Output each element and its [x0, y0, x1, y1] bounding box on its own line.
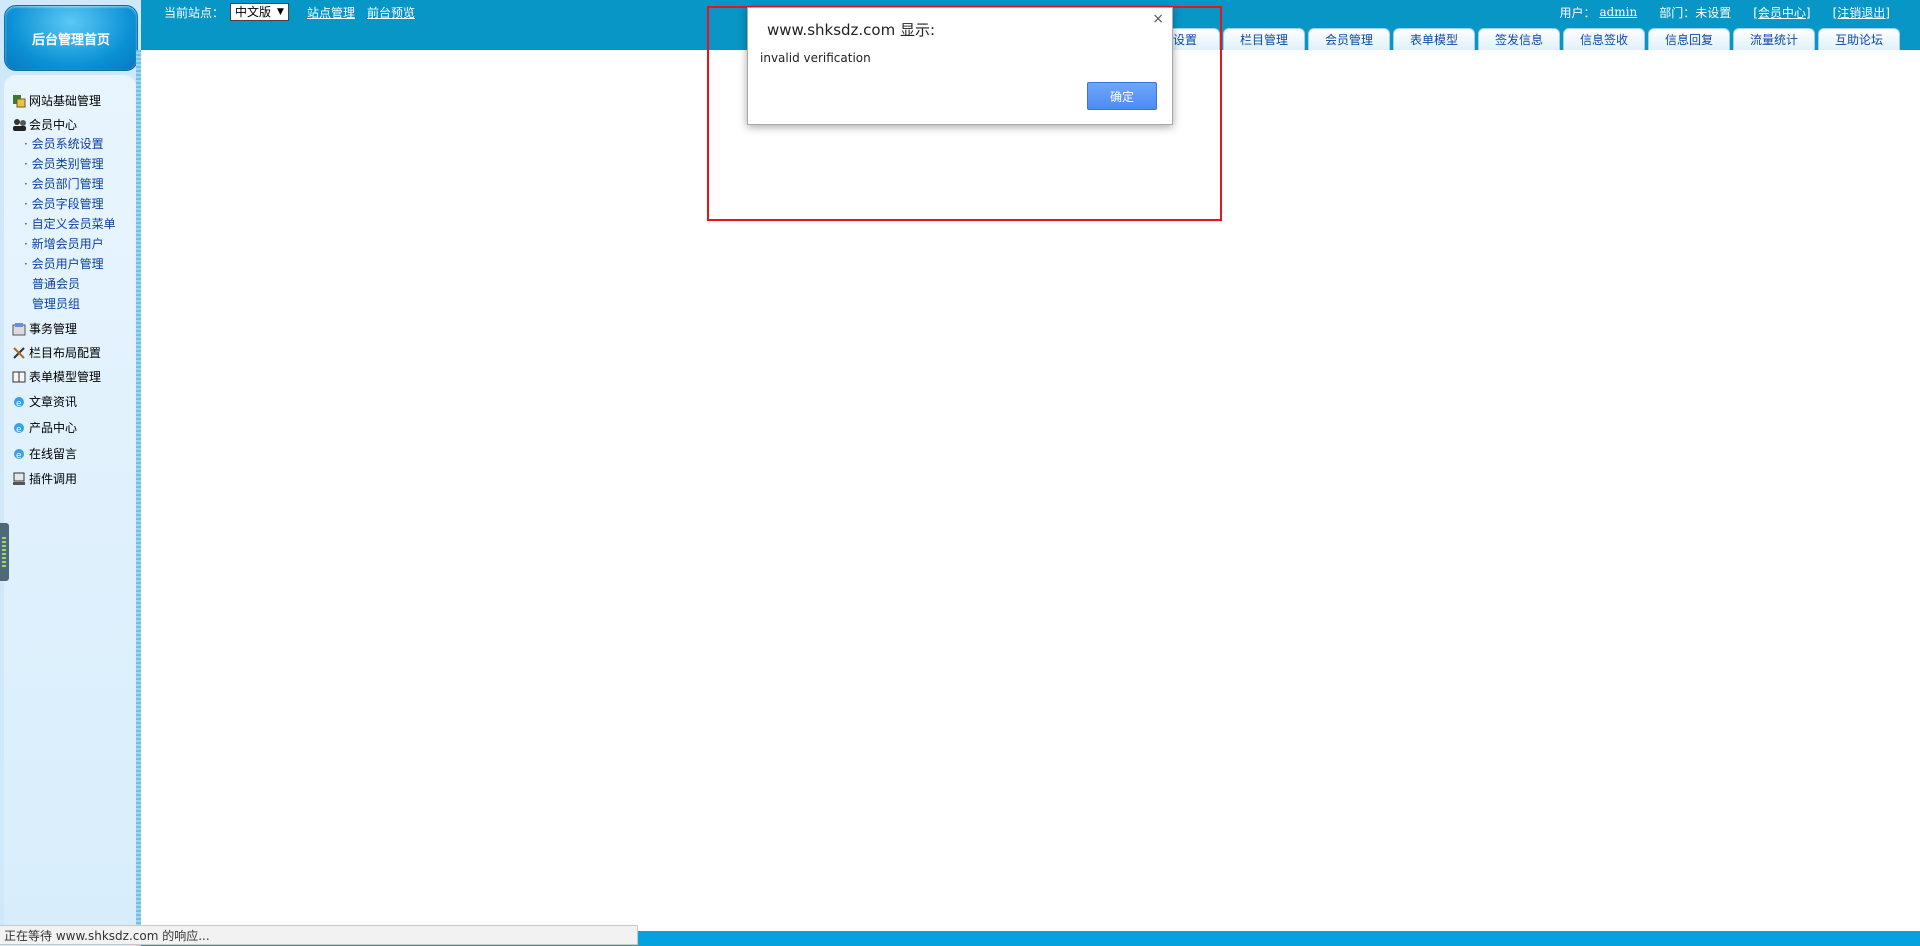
sidebar-subitem-member-settings[interactable]: · 会员系统设置	[24, 135, 104, 152]
sidebar-item-products[interactable]: e 产品中心	[12, 419, 77, 436]
tab-receive-info[interactable]: 信息签收	[1563, 28, 1645, 50]
sidebar-subitem-add-member[interactable]: · 新增会员用户	[24, 235, 104, 252]
department-label: 部门：未设置	[1659, 5, 1732, 20]
sidebar-item-label: 事务管理	[29, 322, 78, 336]
sidebar-item-label: 文章资讯	[29, 395, 78, 409]
main-tabs: 站设置 栏目管理 会员管理 表单模型 签发信息 信息签收 信息回复 流量统计 互…	[1138, 28, 1900, 50]
sidebar-item-member-center[interactable]: 会员中心	[12, 116, 77, 133]
sidebar-subitem-label: 会员类别管理	[31, 157, 104, 171]
sidebar-subitem-member-departments[interactable]: · 会员部门管理	[24, 175, 104, 192]
close-icon[interactable]: ×	[1152, 11, 1164, 27]
members-icon	[12, 118, 26, 132]
sidebar-item-label: 在线留言	[29, 447, 78, 461]
admin-home-label: 后台管理首页	[31, 32, 110, 48]
sidebar: 后台管理首页 网站基础管理 会员中心 · 会员系统设置 · 会员类别管理 · 会…	[0, 0, 141, 946]
user-name-link[interactable]: admin	[1599, 5, 1637, 19]
browser-status-bar: 正在等待 www.shksdz.com 的响应...	[0, 925, 638, 945]
frontend-preview-link[interactable]: 前台预览	[367, 4, 415, 21]
site-management-link[interactable]: 站点管理	[307, 4, 355, 21]
member-center-link[interactable]: [会员中心]	[1753, 4, 1810, 21]
sidebar-subitem-label: 新增会员用户	[31, 237, 104, 251]
tab-traffic-stats[interactable]: 流量统计	[1733, 28, 1815, 50]
tab-forum[interactable]: 互助论坛	[1818, 28, 1900, 50]
tab-column-management[interactable]: 栏目管理	[1223, 28, 1305, 50]
sidebar-item-layout-config[interactable]: 栏目布局配置	[12, 344, 101, 361]
sidebar-menu-panel: 网站基础管理 会员中心 · 会员系统设置 · 会员类别管理 · 会员部门管理 ·…	[4, 75, 136, 935]
sidebar-subitem-label: 会员部门管理	[31, 177, 104, 191]
ok-button[interactable]: 确定	[1087, 82, 1157, 110]
affairs-icon	[12, 322, 26, 336]
sidebar-subitem-custom-menu[interactable]: · 自定义会员菜单	[24, 215, 116, 232]
sidebar-item-label: 栏目布局配置	[29, 346, 102, 360]
sidebar-item-site-basic[interactable]: 网站基础管理	[12, 92, 101, 109]
sidebar-subitem-member-fields[interactable]: · 会员字段管理	[24, 195, 104, 212]
sidebar-subitem-member-categories[interactable]: · 会员类别管理	[24, 155, 104, 172]
sidebar-subitem-label: 会员用户管理	[31, 257, 104, 271]
svg-text:e: e	[16, 399, 22, 409]
site-select[interactable]: 中文版 ▼	[230, 3, 289, 21]
sidebar-item-form-model[interactable]: 表单模型管理	[12, 368, 101, 385]
computer-icon	[12, 472, 26, 486]
admin-home-button[interactable]: 后台管理首页	[4, 5, 138, 71]
sidebar-subitem-member-users[interactable]: · 会员用户管理	[24, 255, 104, 272]
sidebar-subitem-label: 自定义会员菜单	[31, 217, 116, 231]
sidebar-item-messages[interactable]: e 在线留言	[12, 445, 77, 462]
dropdown-arrow-icon: ▼	[277, 7, 284, 17]
sidebar-item-plugins[interactable]: 插件调用	[12, 470, 77, 487]
sidebar-subitem-label: 会员系统设置	[31, 137, 104, 151]
dialog-message: invalid verification	[760, 51, 871, 65]
tab-member-management[interactable]: 会员管理	[1308, 28, 1390, 50]
svg-text:e: e	[16, 451, 22, 461]
sidebar-subitem-normal-member[interactable]: 普通会员	[32, 275, 80, 292]
site-label: 当前站点：	[164, 5, 225, 20]
ie-globe-icon: e	[12, 395, 26, 409]
alert-dialog: www.shksdz.com 显示: × invalid verificatio…	[747, 7, 1173, 125]
form-model-icon	[12, 370, 26, 384]
svg-text:e: e	[16, 425, 22, 435]
sidebar-collapse-handle[interactable]	[0, 523, 9, 581]
tab-form-model[interactable]: 表单模型	[1393, 28, 1475, 50]
logout-link[interactable]: [注销退出]	[1833, 4, 1890, 21]
site-switcher: 当前站点： 中文版 ▼ 站点管理 前台预览	[164, 3, 427, 21]
sidebar-item-affairs[interactable]: 事务管理	[12, 320, 77, 337]
site-select-value: 中文版	[235, 5, 272, 19]
frame-divider[interactable]	[136, 50, 141, 946]
ie-globe-icon: e	[12, 447, 26, 461]
ie-globe-icon: e	[12, 421, 26, 435]
status-text: 正在等待 www.shksdz.com 的响应...	[4, 928, 210, 943]
sidebar-item-label: 产品中心	[29, 421, 78, 435]
sidebar-item-label: 表单模型管理	[29, 370, 102, 384]
dialog-title: www.shksdz.com 显示:	[767, 21, 936, 39]
sidebar-item-label: 会员中心	[29, 118, 78, 132]
sidebar-subitem-label: 会员字段管理	[31, 197, 104, 211]
user-info: 用户： admin 部门：未设置 [会员中心] [注销退出]	[1559, 3, 1890, 21]
tab-info-reply[interactable]: 信息回复	[1648, 28, 1730, 50]
tab-issue-info[interactable]: 签发信息	[1478, 28, 1560, 50]
user-label: 用户：	[1559, 5, 1596, 20]
site-basic-icon	[12, 94, 26, 108]
sidebar-item-label: 网站基础管理	[29, 94, 102, 108]
sidebar-item-label: 插件调用	[29, 472, 78, 486]
sidebar-subitem-admin-group[interactable]: 管理员组	[32, 295, 80, 312]
layout-tools-icon	[12, 346, 26, 360]
sidebar-item-articles[interactable]: e 文章资讯	[12, 393, 77, 410]
